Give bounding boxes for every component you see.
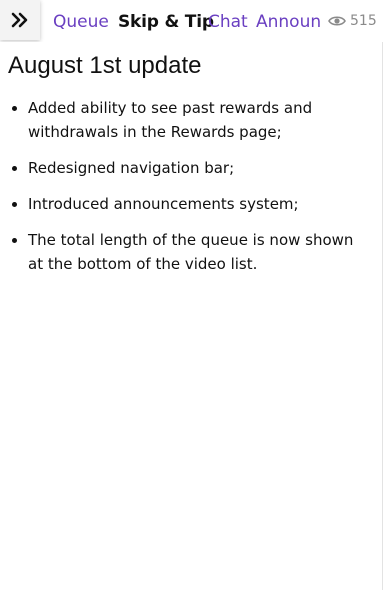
tab-announcements[interactable]: Announ (256, 11, 322, 33)
double-chevron-right-icon (11, 12, 28, 28)
navigation-bar: Queue Skip & Tip Chat Announ 515 (0, 0, 385, 42)
tab-skip-and-tip[interactable]: Skip & Tip (118, 11, 214, 33)
announcement-title: August 1st update (8, 52, 202, 79)
divider (382, 42, 383, 590)
tab-chat[interactable]: Chat (208, 11, 248, 33)
tab-queue[interactable]: Queue (53, 11, 109, 33)
eye-icon (328, 16, 346, 26)
announcement-list: Added ability to see past rewards and wi… (8, 96, 372, 276)
expand-sidebar-button[interactable] (0, 0, 40, 40)
list-item: Introduced announcements system; (28, 192, 372, 216)
viewer-count-value: 515 (350, 13, 377, 29)
list-item: The total length of the queue is now sho… (28, 228, 372, 276)
list-item: Added ability to see past rewards and wi… (28, 96, 372, 144)
viewer-count: 515 (322, 0, 385, 42)
announcement-panel: August 1st update Added ability to see p… (0, 52, 380, 288)
list-item: Redesigned navigation bar; (28, 156, 372, 180)
